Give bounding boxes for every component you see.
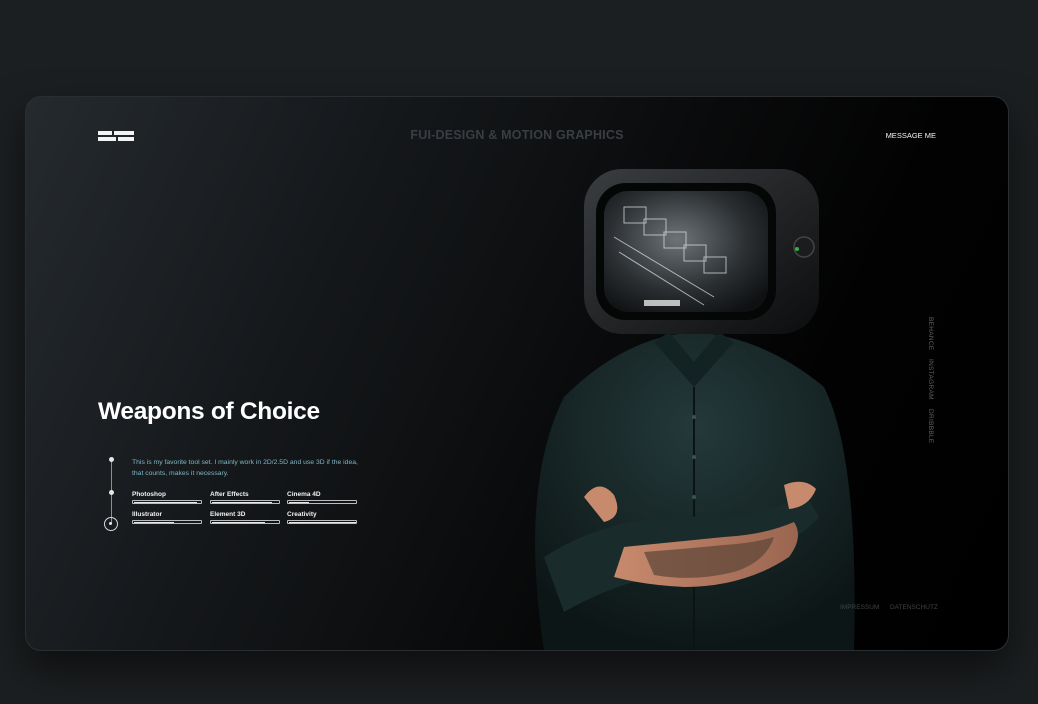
skill-after-effects: After Effects (210, 491, 280, 504)
skill-illustrator: Illustrator (132, 511, 202, 524)
skill-bar (287, 520, 357, 524)
dribbble-link[interactable]: DRIBBBLE (927, 409, 934, 444)
social-links: BEHANCE INSTAGRAM DRIBBBLE (927, 317, 941, 447)
message-me-button[interactable]: MESSAGE ME (886, 131, 936, 140)
skill-creativity: Creativity (287, 511, 357, 524)
portrait-image (535, 169, 855, 650)
skill-bar (210, 520, 280, 524)
skill-photoshop: Photoshop (132, 491, 202, 504)
skill-bar (132, 520, 202, 524)
skill-bar (132, 500, 202, 504)
skill-bar (210, 500, 280, 504)
skill-element-3d: Element 3D (210, 511, 280, 524)
instagram-link[interactable]: INSTAGRAM (927, 359, 934, 400)
skills-description: This is my favorite tool set. I mainly w… (132, 459, 358, 477)
skill-cinema-4d: Cinema 4D (287, 491, 357, 504)
timeline-indicator (102, 457, 122, 537)
page-title: Weapons of Choice (98, 398, 320, 425)
timeline-dot[interactable] (109, 490, 114, 495)
datenschutz-link[interactable]: DATENSCHUTZ (890, 604, 938, 611)
skill-bar (287, 500, 357, 504)
timeline-current-dot[interactable] (104, 517, 118, 531)
impressum-link[interactable]: IMPRESSUM (840, 604, 879, 611)
behance-link[interactable]: BEHANCE (927, 317, 934, 351)
hero-card: FUI-DESIGN & MOTION GRAPHICS MESSAGE ME (25, 96, 1009, 651)
timeline-dot[interactable] (109, 457, 114, 462)
site-title: FUI-DESIGN & MOTION GRAPHICS (410, 128, 624, 142)
